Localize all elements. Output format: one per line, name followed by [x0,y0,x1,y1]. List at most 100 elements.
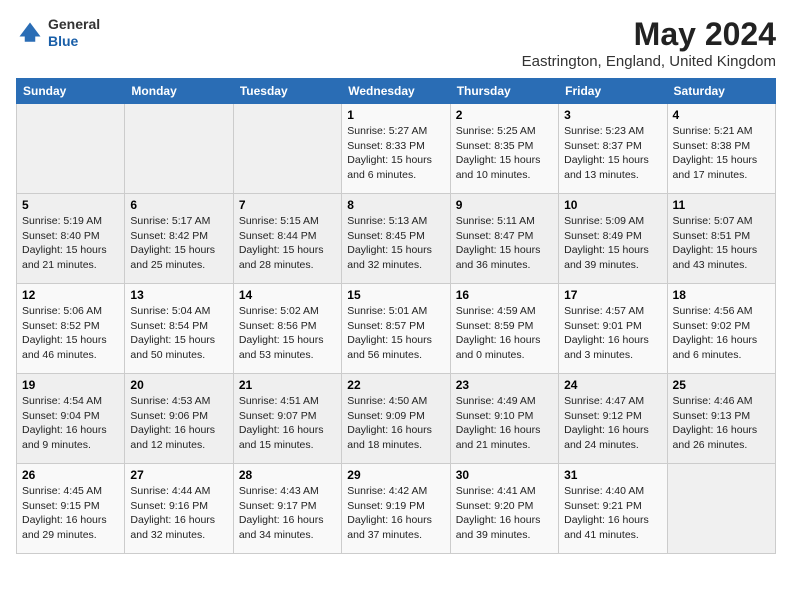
day-info: Sunrise: 4:56 AMSunset: 9:02 PMDaylight:… [673,304,770,363]
day-number: 22 [347,378,444,392]
day-number: 20 [130,378,227,392]
day-info: Sunrise: 4:57 AMSunset: 9:01 PMDaylight:… [564,304,661,363]
day-number: 5 [22,198,119,212]
day-info: Sunrise: 5:21 AMSunset: 8:38 PMDaylight:… [673,124,770,183]
day-number: 9 [456,198,553,212]
calendar-cell: 3 Sunrise: 5:23 AMSunset: 8:37 PMDaylight… [559,104,667,194]
calendar-cell: 15Sunrise: 5:01 AMSunset: 8:57 PMDayligh… [342,284,450,374]
calendar-cell: 24Sunrise: 4:47 AMSunset: 9:12 PMDayligh… [559,374,667,464]
day-info: Sunrise: 5:09 AMSunset: 8:49 PMDaylight:… [564,214,661,273]
weekday-row: SundayMondayTuesdayWednesdayThursdayFrid… [17,79,776,104]
calendar-cell: 22 Sunrise: 4:50 AMSunset: 9:09 PMDayligh… [342,374,450,464]
day-number: 16 [456,288,553,302]
day-number: 28 [239,468,336,482]
location-subtitle: Eastrington, England, United Kingdom [522,53,776,70]
day-number: 30 [456,468,553,482]
calendar-cell: 6Sunrise: 5:17 AMSunset: 8:42 PMDaylight… [125,194,233,284]
calendar-cell: 17 Sunrise: 4:57 AMSunset: 9:01 PMDayligh… [559,284,667,374]
calendar-cell: 11 Sunrise: 5:07 AMSunset: 8:51 PMDayligh… [667,194,775,284]
day-number: 8 [347,198,444,212]
calendar-week-row: 12 Sunrise: 5:06 AMSunset: 8:52 PMDayligh… [17,284,776,374]
weekday-header: Saturday [667,79,775,104]
day-info: Sunrise: 4:54 AMSunset: 9:04 PMDaylight:… [22,394,119,453]
day-info: Sunrise: 4:41 AMSunset: 9:20 PMDaylight:… [456,484,553,543]
day-number: 23 [456,378,553,392]
day-number: 11 [673,198,770,212]
logo: General Blue [16,16,100,50]
day-info: Sunrise: 5:02 AMSunset: 8:56 PMDaylight:… [239,304,336,363]
calendar-week-row: 19 Sunrise: 4:54 AMSunset: 9:04 PMDayligh… [17,374,776,464]
day-number: 7 [239,198,336,212]
day-number: 4 [673,108,770,122]
calendar-cell [17,104,125,194]
day-number: 24 [564,378,661,392]
day-info: Sunrise: 5:23 AMSunset: 8:37 PMDaylight:… [564,124,661,183]
weekday-header: Sunday [17,79,125,104]
day-info: Sunrise: 4:53 AMSunset: 9:06 PMDaylight:… [130,394,227,453]
logo-blue-text: Blue [48,33,78,49]
calendar-cell: 5 Sunrise: 5:19 AMSunset: 8:40 PMDaylight… [17,194,125,284]
calendar-cell [667,464,775,554]
weekday-header: Friday [559,79,667,104]
calendar-cell: 23 Sunrise: 4:49 AMSunset: 9:10 PMDayligh… [450,374,558,464]
day-info: Sunrise: 5:19 AMSunset: 8:40 PMDaylight:… [22,214,119,273]
day-number: 15 [347,288,444,302]
day-number: 29 [347,468,444,482]
calendar-cell: 21 Sunrise: 4:51 AMSunset: 9:07 PMDayligh… [233,374,341,464]
calendar-cell: 20 Sunrise: 4:53 AMSunset: 9:06 PMDayligh… [125,374,233,464]
calendar-cell: 29 Sunrise: 4:42 AMSunset: 9:19 PMDayligh… [342,464,450,554]
weekday-header: Wednesday [342,79,450,104]
calendar-cell: 26Sunrise: 4:45 AMSunset: 9:15 PMDayligh… [17,464,125,554]
day-info: Sunrise: 4:45 AMSunset: 9:15 PMDaylight:… [22,484,119,543]
day-info: Sunrise: 5:04 AMSunset: 8:54 PMDaylight:… [130,304,227,363]
day-number: 12 [22,288,119,302]
title-block: May 2024 Eastrington, England, United Ki… [522,16,776,70]
day-number: 18 [673,288,770,302]
day-info: Sunrise: 5:11 AMSunset: 8:47 PMDaylight:… [456,214,553,273]
day-number: 17 [564,288,661,302]
day-info: Sunrise: 4:44 AMSunset: 9:16 PMDaylight:… [130,484,227,543]
weekday-header: Tuesday [233,79,341,104]
day-number: 27 [130,468,227,482]
calendar-cell: 30 Sunrise: 4:41 AMSunset: 9:20 PMDayligh… [450,464,558,554]
day-info: Sunrise: 5:06 AMSunset: 8:52 PMDaylight:… [22,304,119,363]
day-number: 13 [130,288,227,302]
calendar-cell: 28Sunrise: 4:43 AMSunset: 9:17 PMDayligh… [233,464,341,554]
day-info: Sunrise: 4:59 AMSunset: 8:59 PMDaylight:… [456,304,553,363]
month-year-title: May 2024 [522,16,776,53]
logo-general-text: General [48,16,100,32]
day-number: 21 [239,378,336,392]
calendar-cell [233,104,341,194]
calendar-week-row: 26Sunrise: 4:45 AMSunset: 9:15 PMDayligh… [17,464,776,554]
day-number: 31 [564,468,661,482]
day-info: Sunrise: 5:07 AMSunset: 8:51 PMDaylight:… [673,214,770,273]
calendar-week-row: 5 Sunrise: 5:19 AMSunset: 8:40 PMDaylight… [17,194,776,284]
weekday-header: Thursday [450,79,558,104]
day-number: 6 [130,198,227,212]
day-number: 25 [673,378,770,392]
calendar-cell: 8 Sunrise: 5:13 AMSunset: 8:45 PMDaylight… [342,194,450,284]
day-number: 3 [564,108,661,122]
calendar-cell: 16 Sunrise: 4:59 AMSunset: 8:59 PMDayligh… [450,284,558,374]
day-info: Sunrise: 4:51 AMSunset: 9:07 PMDaylight:… [239,394,336,453]
day-info: Sunrise: 4:50 AMSunset: 9:09 PMDaylight:… [347,394,444,453]
calendar-cell: 19 Sunrise: 4:54 AMSunset: 9:04 PMDayligh… [17,374,125,464]
calendar-cell: 27 Sunrise: 4:44 AMSunset: 9:16 PMDayligh… [125,464,233,554]
day-number: 1 [347,108,444,122]
day-number: 14 [239,288,336,302]
day-number: 19 [22,378,119,392]
day-info: Sunrise: 4:46 AMSunset: 9:13 PMDaylight:… [673,394,770,453]
day-info: Sunrise: 4:42 AMSunset: 9:19 PMDaylight:… [347,484,444,543]
day-info: Sunrise: 5:13 AMSunset: 8:45 PMDaylight:… [347,214,444,273]
calendar-body: 1Sunrise: 5:27 AMSunset: 8:33 PMDaylight… [17,104,776,554]
calendar-cell: 4 Sunrise: 5:21 AMSunset: 8:38 PMDaylight… [667,104,775,194]
page-header: General Blue May 2024 Eastrington, Engla… [16,16,776,70]
day-info: Sunrise: 4:49 AMSunset: 9:10 PMDaylight:… [456,394,553,453]
logo-icon [16,19,44,47]
day-info: Sunrise: 4:40 AMSunset: 9:21 PMDaylight:… [564,484,661,543]
day-info: Sunrise: 5:25 AMSunset: 8:35 PMDaylight:… [456,124,553,183]
calendar-cell: 14 Sunrise: 5:02 AMSunset: 8:56 PMDayligh… [233,284,341,374]
calendar-cell: 2Sunrise: 5:25 AMSunset: 8:35 PMDaylight… [450,104,558,194]
calendar-header: SundayMondayTuesdayWednesdayThursdayFrid… [17,79,776,104]
calendar-cell: 12 Sunrise: 5:06 AMSunset: 8:52 PMDayligh… [17,284,125,374]
